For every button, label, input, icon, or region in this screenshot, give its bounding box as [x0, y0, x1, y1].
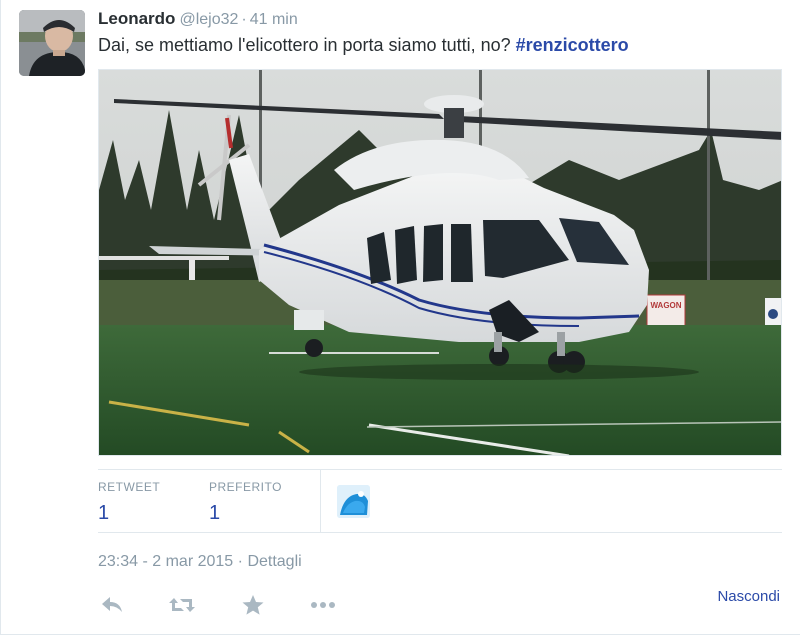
favorite-label: PREFERITO — [209, 480, 282, 494]
retweet-count: 1 — [98, 502, 110, 524]
tweet-body: Dai, se mettiamo l'elicottero in porta s… — [98, 35, 511, 55]
reply-icon[interactable] — [100, 594, 124, 618]
more-icon[interactable] — [309, 594, 337, 618]
wagon-sign-text: WAGON — [650, 301, 681, 310]
tweet-timestamp[interactable]: 23:34 - 2 mar 2015 — [98, 553, 233, 570]
tweet-header: Leonardo @lejo32 · 41 min — [98, 9, 298, 29]
hashtag-link[interactable]: #renzicottero — [516, 35, 629, 55]
details-link[interactable]: Dettagli — [247, 553, 301, 570]
tweet-stats: RETWEET 1 PREFERITO 1 — [98, 469, 782, 533]
tweet-text: Dai, se mettiamo l'elicottero in porta s… — [98, 35, 629, 56]
tweet-photo[interactable]: WAGON — [98, 69, 782, 456]
tweet-time[interactable]: 41 min — [250, 11, 298, 28]
favorite-count: 1 — [209, 502, 221, 524]
meta-separator: · — [237, 553, 243, 570]
tweet-card: Leonardo @lejo32 · 41 min Dai, se mettiamo … — [0, 0, 800, 635]
author-avatar[interactable] — [19, 10, 85, 76]
favorite-stat[interactable]: PREFERITO 1 — [209, 480, 282, 525]
author-username[interactable]: @lejo32 — [179, 11, 238, 28]
tweet-meta: 23:34 - 2 mar 2015 · Dettagli — [98, 553, 302, 571]
stats-divider — [320, 470, 321, 532]
retweet-icon[interactable] — [168, 594, 196, 618]
retweet-label: RETWEET — [98, 480, 161, 494]
retweet-stat[interactable]: RETWEET 1 — [98, 480, 160, 525]
hide-link[interactable]: Nascondi — [717, 588, 780, 605]
star-icon[interactable] — [241, 594, 265, 618]
favoriter-avatar[interactable] — [337, 485, 370, 518]
author-fullname[interactable]: Leonardo — [98, 9, 175, 28]
header-separator: · — [241, 11, 247, 28]
